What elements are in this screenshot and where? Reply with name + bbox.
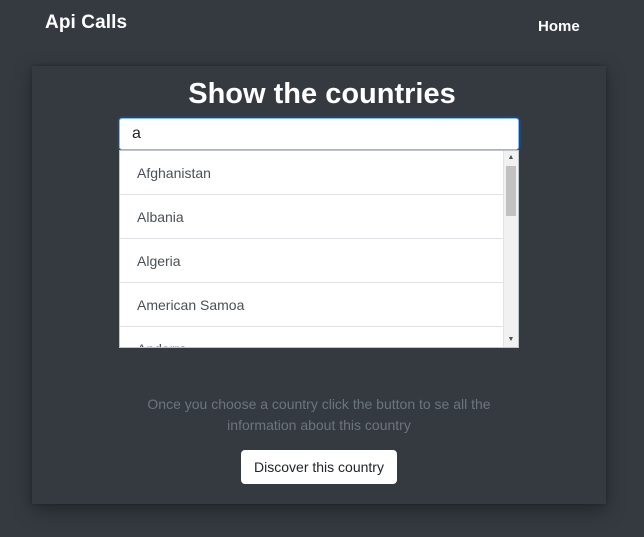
page-title: Show the countries [188,78,456,110]
scroll-up-arrow-icon[interactable]: ▲ [504,151,518,165]
autocomplete-option[interactable]: American Samoa [120,283,505,327]
autocomplete-dropdown: Afghanistan Albania Algeria American Sam… [119,150,519,348]
navbar-brand[interactable]: Api Calls [45,12,127,34]
autocomplete-option[interactable]: Algeria [120,239,505,283]
autocomplete-option[interactable]: Afghanistan [120,151,505,195]
dropdown-scrollbar[interactable]: ▲ ▼ [503,151,518,347]
nav-link-home[interactable]: Home [538,18,580,35]
navbar: Api Calls Home [0,0,644,56]
autocomplete-option[interactable]: Albania [120,195,505,239]
scroll-down-arrow-icon[interactable]: ▼ [504,333,518,347]
country-search-input[interactable] [119,118,519,150]
autocomplete-option-list: Afghanistan Albania Algeria American Sam… [120,151,505,347]
discover-country-button[interactable]: Discover this country [241,450,397,484]
autocomplete-option[interactable]: Andorra [120,327,505,347]
helper-text: Once you choose a country click the butt… [147,396,491,433]
scrollbar-thumb[interactable] [506,166,516,216]
